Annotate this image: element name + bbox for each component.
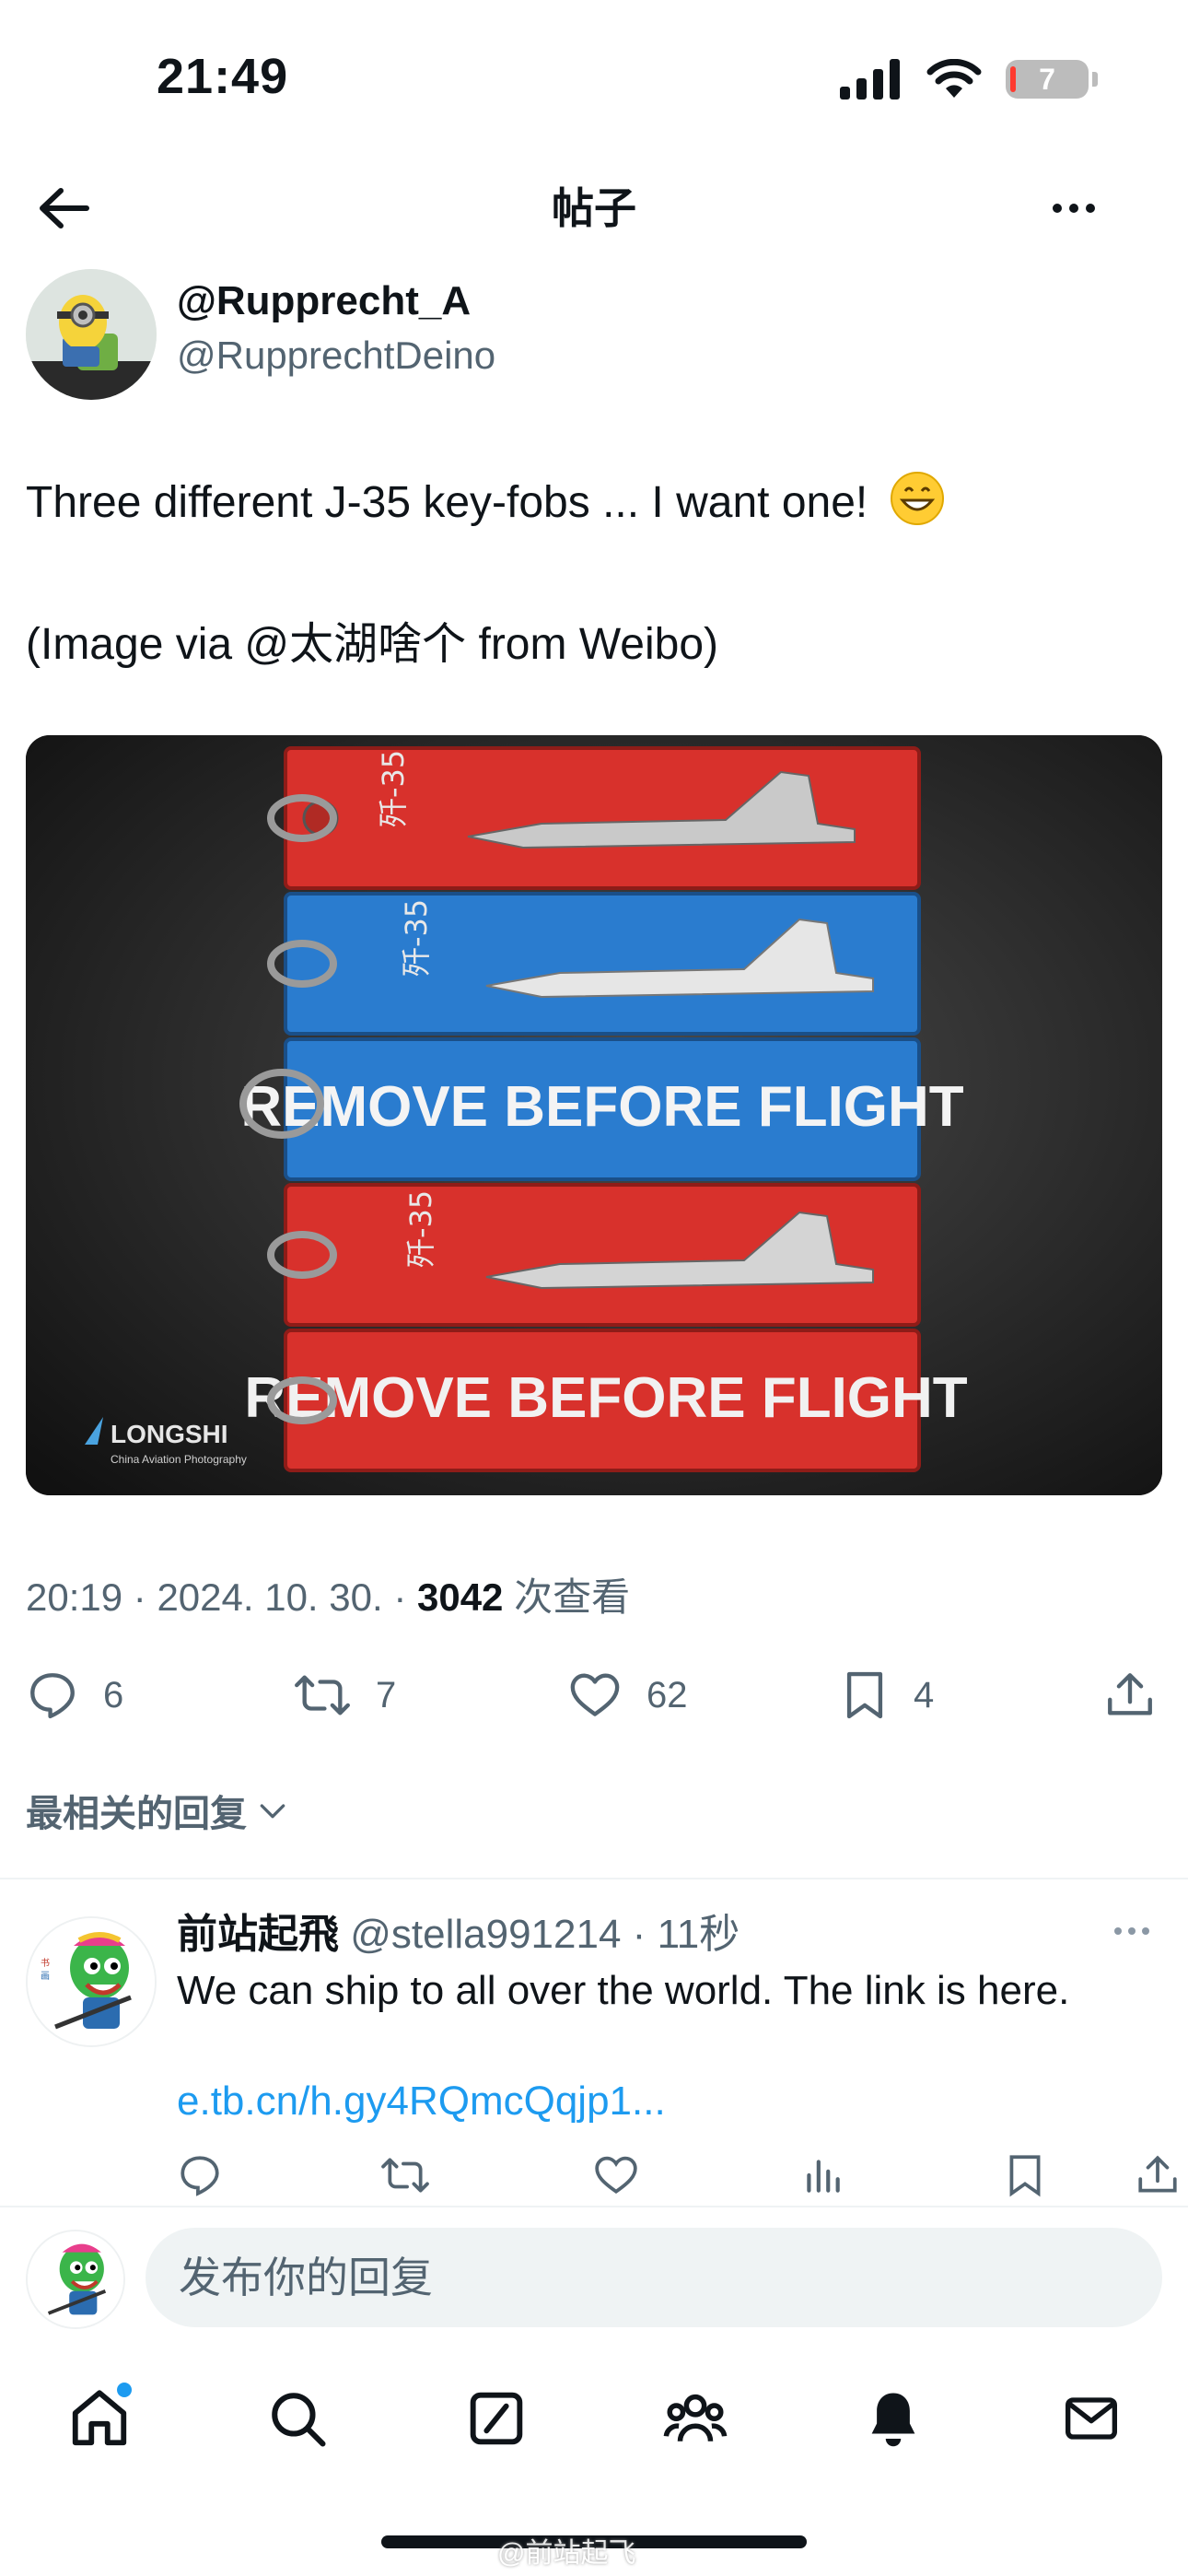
reply-time: 11秒 [657,1912,740,1957]
page-title: 帖子 [552,184,636,232]
more-options-icon[interactable] [1041,181,1107,236]
reply-actions [177,2152,1177,2207]
keyfob-red-jet: 歼-35 [284,746,921,890]
heart-icon [570,1673,620,1716]
cellular-signal-icon [840,59,900,100]
author-name[interactable]: @Rupprecht_A [177,278,471,324]
svg-text:书: 书 [41,1958,50,1969]
view-count: 3042 [416,1575,504,1619]
grok-icon [470,2392,523,2445]
bookmark-icon[interactable] [1004,2152,1046,2198]
svg-text:歼-35: 歼-35 [403,1190,438,1268]
bookmark-count: 4 [914,1674,935,1715]
share-icon[interactable] [1135,2152,1181,2198]
reply-sort-dropdown[interactable]: 最相关的回复 [26,1784,291,1837]
post-date: 2024. 10. 30. [157,1575,383,1619]
nav-communities[interactable] [654,2377,737,2460]
grinning-face-emoji-icon [890,471,945,545]
compose-avatar[interactable] [26,2230,125,2329]
reply-avatar[interactable]: 书 画 [26,1916,157,2047]
nav-messages[interactable] [1050,2377,1133,2460]
nav-notifications[interactable] [852,2377,935,2460]
post-text-line-2: (Image via @太湖啥个 from Weibo) [26,620,718,669]
like-count: 62 [646,1674,688,1715]
avatar[interactable] [26,269,157,400]
reply-header: 前站起飛 @stella991214 · 11秒 [177,1912,740,1957]
keyfob-blue-text: REMOVE BEFORE FLIGHT [240,1037,964,1181]
image-watermark: LONGSHI [111,1420,228,1448]
view-label: 次查看 [514,1575,631,1619]
notification-dot [117,2383,132,2397]
post-text-line-1: Three different J-35 key-fobs ... I want… [26,478,868,527]
heart-icon[interactable] [593,2152,639,2198]
chevron-down-icon [260,1804,285,1819]
divider [0,1878,1188,1879]
repost-icon[interactable] [379,2152,431,2198]
keyfob-blue-jet: 歼-35 [284,892,921,1036]
repost-count: 7 [376,1674,397,1715]
search-icon [272,2393,326,2447]
svg-text:画: 画 [41,1972,50,1982]
communities-icon [663,2394,728,2441]
author-handle[interactable]: @RupprechtDeino [177,334,495,378]
keyfob-red-jet-2: 歼-35 [284,1183,921,1327]
reply-icon [30,1673,75,1719]
arrow-left-icon [40,188,89,228]
post-image[interactable]: 歼-35 歼-35 REMOVE BEFORE FLIGHT 歼-35 REMO… [26,735,1162,1495]
repost-button[interactable]: 7 [293,1658,396,1732]
reply-link[interactable]: e.tb.cn/h.gy4RQmcQqjp1... [177,2078,666,2125]
reply-text: We can ship to all over the world. The l… [177,1968,1070,2013]
reply-author-name[interactable]: 前站起飛 [177,1912,339,1957]
reply-count: 6 [103,1674,124,1715]
repost-icon [295,1675,350,1715]
battery-level: 7 [1039,62,1055,96]
wifi-icon [926,59,982,98]
reply-more-icon[interactable] [1114,1927,1149,1935]
bookmark-icon [846,1671,883,1719]
tag-text-2: REMOVE BEFORE FLIGHT [244,1366,967,1430]
status-time: 21:49 [157,49,289,104]
keyfob-red-text: REMOVE BEFORE FLIGHT [244,1329,968,1472]
status-icons: 7 [840,55,1098,103]
tag-text-1: REMOVE BEFORE FLIGHT [240,1075,963,1139]
tag-label: 歼-35 [376,750,411,827]
nav-grok[interactable] [455,2377,538,2460]
reply-author-handle[interactable]: @stella991214 [350,1912,621,1957]
analytics-icon[interactable] [799,2152,845,2198]
back-button[interactable] [37,181,103,236]
post-text: Three different J-35 key-fobs ... I want… [26,470,1159,678]
reply-icon[interactable] [177,2152,223,2198]
image-watermark-sub: China Aviation Photography [111,1453,247,1466]
reply-input[interactable]: 发布你的回复 [146,2228,1162,2327]
post-meta: 20:19 · 2024. 10. 30. · 3042 次查看 [26,1575,631,1619]
nav-home[interactable] [58,2377,141,2460]
bottom-nav [0,2359,1188,2478]
bookmark-button[interactable]: 4 [840,1658,934,1732]
battery-icon: 7 [1006,60,1089,99]
svg-text:歼-35: 歼-35 [399,899,434,977]
notifications-icon [871,2393,915,2447]
messages-icon [1066,2397,1117,2440]
post-time: 20:19 [26,1575,123,1619]
post-actions: 6 7 62 4 [26,1658,1162,1732]
weibo-watermark: @前站起飞 [497,2538,636,2569]
share-button[interactable] [1103,1658,1157,1732]
reply-sort-label: 最相关的回复 [26,1794,247,1834]
share-icon [1108,1673,1152,1715]
nav-search[interactable] [256,2377,339,2460]
reply-button[interactable]: 6 [26,1658,123,1732]
like-button[interactable]: 62 [567,1658,688,1732]
